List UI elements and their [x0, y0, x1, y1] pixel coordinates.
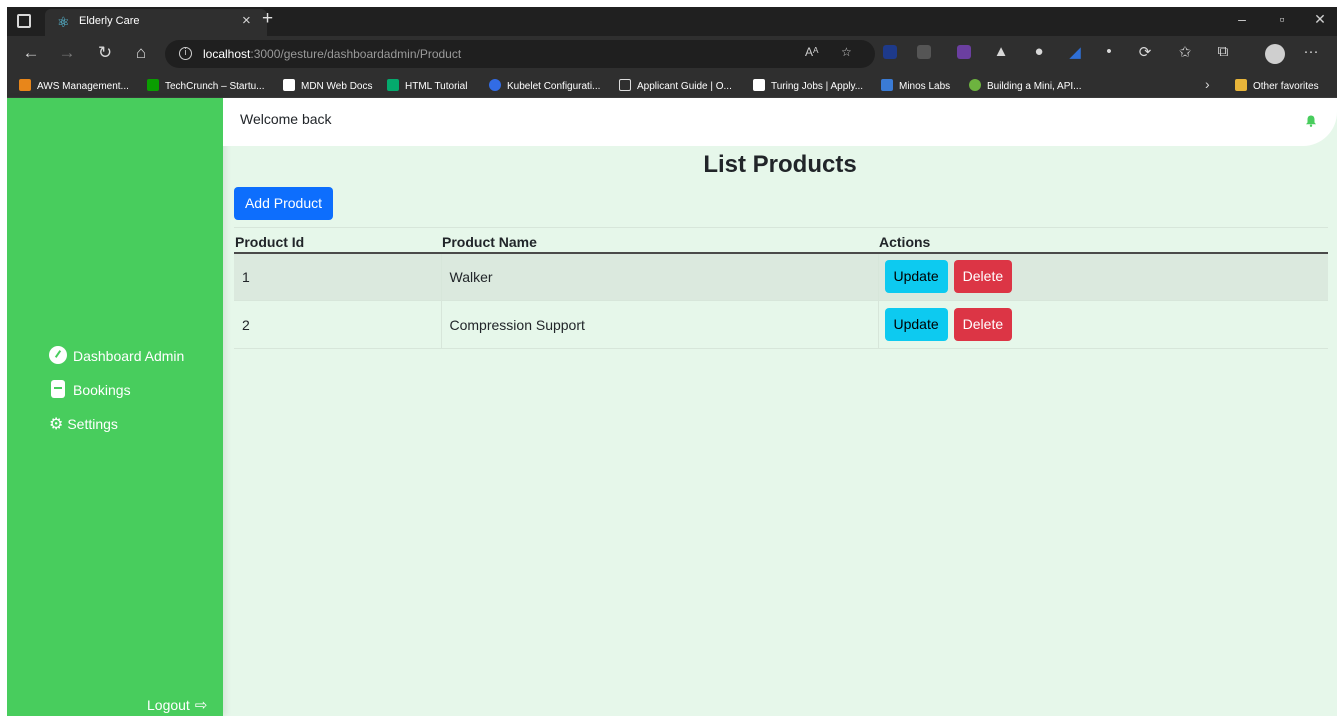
close-tab-icon[interactable]: × [242, 12, 251, 29]
home-icon[interactable]: ⌂ [129, 43, 153, 63]
extension-icon[interactable] [883, 45, 897, 59]
book-icon [51, 380, 65, 398]
folder-icon [1235, 79, 1247, 91]
favorite-item[interactable]: AWS Management... [19, 79, 129, 92]
browser-tab[interactable]: ⚛ Elderly Care × [45, 9, 267, 36]
sidebar: Dashboard Admin Bookings ⚙ Settings Logou… [7, 98, 223, 716]
actions-cell: Update Delete [877, 300, 1328, 349]
welcome-text: Welcome back [240, 111, 332, 127]
restore-icon[interactable]: ▫ [1267, 11, 1297, 27]
favorites-icon[interactable]: ✩ [1175, 43, 1195, 61]
spring-icon [969, 79, 981, 91]
favorite-item[interactable]: Turing Jobs | Apply... [753, 79, 863, 92]
favorite-item[interactable]: MDN Web Docs [283, 79, 373, 92]
column-header-product-id: Product Id [234, 227, 441, 254]
add-favorite-icon[interactable]: ☆ [841, 45, 852, 59]
browser-window: ⚛ Elderly Care × + – ▫ ✕ ← → ↻ ⌂ i local… [7, 7, 1337, 716]
logout-label: Logout [147, 697, 190, 713]
other-favorites[interactable]: Other favorites [1235, 79, 1319, 92]
url-text: localhost:3000/gesture/dashboardadmin/Pr… [203, 47, 462, 61]
extension-icon[interactable] [917, 45, 931, 59]
favorite-item[interactable]: Applicant Guide | O... [619, 79, 732, 92]
extension-icon[interactable]: • [1099, 43, 1119, 60]
sidebar-item-dashboard-admin[interactable]: Dashboard Admin [49, 346, 184, 364]
tab-actions-icon[interactable] [17, 14, 31, 28]
column-header-actions: Actions [878, 227, 1328, 254]
chevron-right-icon[interactable]: › [1205, 76, 1210, 92]
read-aloud-icon[interactable]: Aᴬ [805, 45, 818, 59]
table-row: 1 Walker Update Delete [234, 252, 1328, 301]
sidebar-item-settings[interactable]: ⚙ Settings [49, 414, 118, 433]
bell-icon[interactable] [1305, 115, 1317, 127]
delete-button[interactable]: Delete [953, 308, 1013, 341]
minimize-icon[interactable]: – [1227, 11, 1257, 27]
product-id-cell: 2 [234, 300, 441, 349]
delete-button[interactable]: Delete [953, 260, 1013, 294]
actions-cell: Update Delete [877, 252, 1328, 301]
sidebar-item-label: Dashboard Admin [73, 348, 185, 364]
tab-title: Elderly Care [79, 15, 140, 27]
extension-icon[interactable] [957, 45, 971, 59]
sidebar-item-bookings[interactable]: Bookings [49, 380, 131, 398]
product-name-cell: Walker [440, 252, 878, 301]
more-icon[interactable]: ··· [1301, 43, 1321, 60]
favorite-item[interactable]: TechCrunch – Startu... [147, 79, 265, 92]
address-bar[interactable]: i localhost:3000/gesture/dashboardadmin/… [165, 40, 875, 68]
close-window-icon[interactable]: ✕ [1305, 11, 1335, 28]
forward-icon[interactable]: → [55, 43, 79, 63]
add-product-button[interactable]: Add Product [234, 187, 333, 220]
site-info-icon[interactable]: i [179, 47, 192, 60]
product-id-cell: 1 [234, 252, 441, 301]
products-table: Product Id Product Name Actions 1 Walker… [234, 227, 1328, 349]
tab-strip: ⚛ Elderly Care × + – ▫ ✕ [7, 7, 1337, 36]
minos-icon [881, 79, 893, 91]
turing-icon [753, 79, 765, 91]
sidebar-item-label: Settings [67, 416, 118, 432]
favorite-item[interactable]: Minos Labs [881, 79, 950, 92]
page-content: Dashboard Admin Bookings ⚙ Settings Logou… [7, 98, 1337, 716]
new-tab-icon[interactable]: + [262, 8, 273, 30]
extensions-icon[interactable]: ⟳ [1135, 43, 1155, 61]
document-icon [619, 79, 631, 91]
react-icon: ⚛ [57, 14, 70, 30]
cogs-icon: ⚙ [49, 414, 64, 433]
favorite-item[interactable]: HTML Tutorial [387, 79, 467, 92]
update-button[interactable]: Update [884, 260, 948, 294]
profile-avatar[interactable] [1265, 44, 1285, 64]
mdn-icon [283, 79, 295, 91]
product-name-cell: Compression Support [440, 300, 878, 349]
top-header: Welcome back [223, 98, 1337, 146]
aws-icon [19, 79, 31, 91]
sidebar-item-label: Bookings [73, 382, 131, 398]
refresh-icon[interactable]: ↻ [93, 43, 117, 63]
favorites-bar: AWS Management... TechCrunch – Startu...… [7, 72, 1337, 98]
back-icon[interactable]: ← [19, 43, 43, 63]
sign-out-icon: ⇨ [194, 696, 208, 714]
kubernetes-icon [489, 79, 501, 91]
tachometer-icon [49, 346, 67, 364]
w3schools-icon [387, 79, 399, 91]
collections-icon[interactable]: ⧉ [1213, 43, 1233, 60]
extension-icon[interactable]: ● [1029, 43, 1049, 60]
page-title: List Products [703, 151, 857, 178]
navigation-bar: ← → ↻ ⌂ i localhost:3000/gesture/dashboa… [7, 36, 1337, 72]
mountain-extension-icon[interactable]: ▲ [991, 43, 1011, 60]
techcrunch-icon [147, 79, 159, 91]
update-button[interactable]: Update [884, 308, 948, 341]
table-header-row: Product Id Product Name Actions [234, 227, 1328, 254]
logout-button[interactable]: Logout ⇨ [147, 696, 207, 714]
extension-icon[interactable]: ◢ [1065, 43, 1085, 61]
favorite-item[interactable]: Kubelet Configurati... [489, 79, 600, 92]
table-row: 2 Compression Support Update Delete [234, 300, 1328, 349]
favorite-item[interactable]: Building a Mini, API... [969, 79, 1082, 92]
column-header-product-name: Product Name [441, 227, 878, 254]
